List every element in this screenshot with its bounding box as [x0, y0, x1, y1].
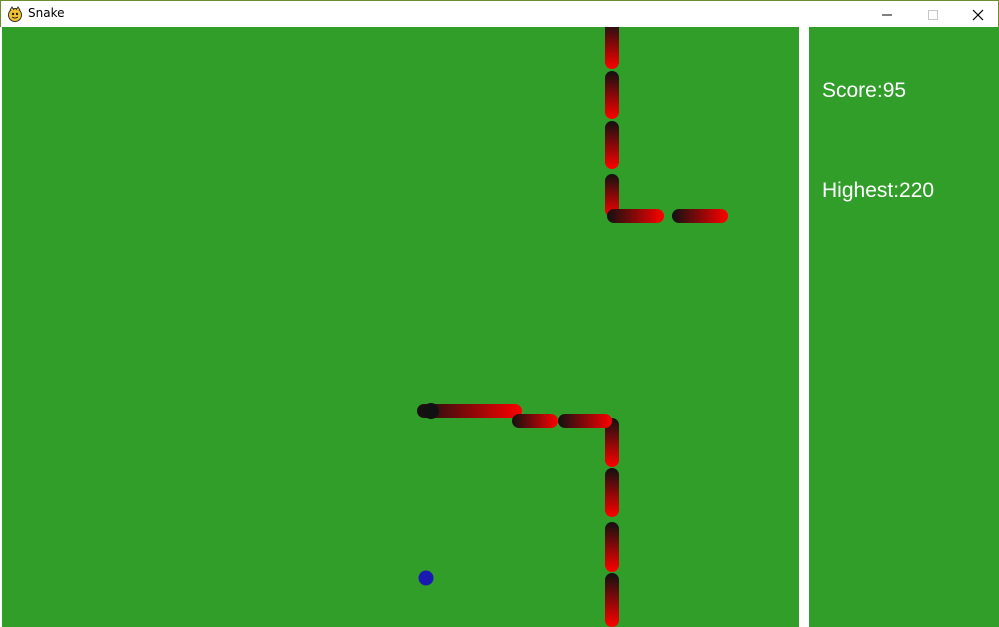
close-icon — [972, 9, 984, 20]
score-value: 95 — [882, 79, 907, 102]
snake-segment — [605, 27, 619, 69]
snake-segment — [558, 414, 612, 428]
game-canvas — [417, 27, 728, 627]
close-button[interactable] — [955, 1, 999, 28]
score-panel: Score:95 Highest:220 — [809, 27, 999, 627]
snake-segment — [607, 209, 664, 223]
highest-score-display: Highest:220 — [822, 179, 934, 203]
snake-segment — [672, 209, 728, 223]
minimize-button[interactable] — [864, 1, 910, 28]
minimize-icon — [882, 14, 892, 15]
game-board[interactable] — [2, 27, 799, 627]
snake-segment — [512, 414, 558, 428]
pygame-snake-icon — [8, 6, 22, 22]
highest-value: 220 — [899, 179, 935, 202]
title-bar: Snake — [0, 0, 999, 27]
score-label: Score: — [822, 79, 883, 102]
score-display: Score:95 — [822, 79, 906, 103]
food-pellet — [418, 570, 434, 586]
snake-segment — [605, 522, 619, 572]
snake-segment — [605, 468, 619, 517]
snake-segment — [605, 573, 619, 627]
snake-head — [423, 403, 439, 419]
highest-label: Highest: — [822, 179, 900, 202]
snake — [417, 27, 728, 627]
maximize-icon — [928, 9, 938, 20]
snake-segment — [605, 71, 619, 119]
window-title: Snake — [28, 6, 65, 20]
maximize-button[interactable] — [910, 1, 956, 28]
snake-segment — [605, 121, 619, 169]
board-divider — [799, 27, 809, 627]
